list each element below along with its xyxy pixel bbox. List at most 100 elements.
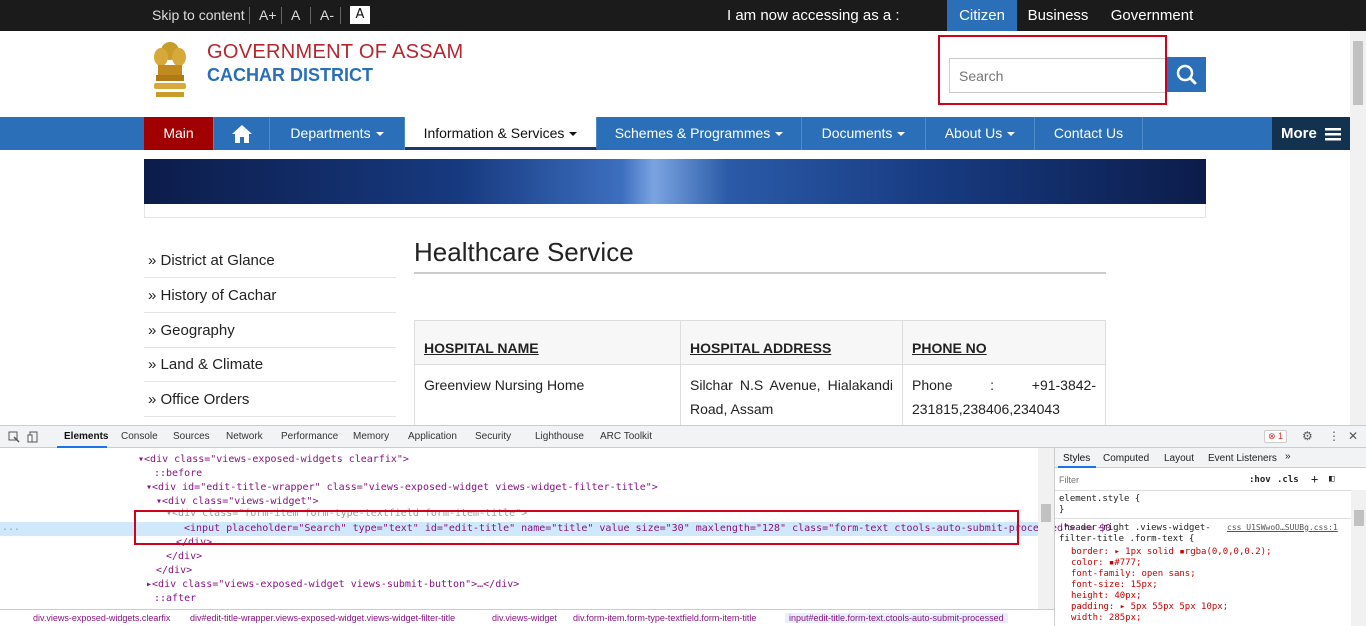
sidebar-item-land-climate[interactable]: » Land & Climate — [144, 348, 396, 382]
sidebar-item-label: History of Cachar — [160, 287, 277, 304]
device-toolbar-icon[interactable] — [27, 431, 39, 443]
dom-node-text: </div> — [156, 565, 193, 576]
site-subtitle: CACHAR DISTRICT — [207, 65, 373, 85]
tab-security[interactable]: Security — [475, 431, 511, 442]
css-property[interactable]: font-family: open sans; — [1071, 569, 1196, 579]
close-icon[interactable]: ✕ — [1348, 429, 1358, 443]
nav-about-us[interactable]: About Us — [926, 117, 1035, 150]
dom-node-text: ::after — [154, 593, 197, 604]
font-decrease-button[interactable]: A- — [320, 7, 334, 23]
scrollbar-thumb[interactable] — [1353, 41, 1363, 105]
tab-computed[interactable]: Computed — [1103, 453, 1149, 464]
tab-event-listeners[interactable]: Event Listeners — [1208, 453, 1277, 464]
font-increase-button[interactable]: A+ — [259, 7, 277, 23]
tab-memory[interactable]: Memory — [353, 431, 389, 442]
sidebar-item-label: Office Orders — [160, 391, 250, 408]
sidebar-item-office-orders[interactable]: » Office Orders — [144, 383, 396, 417]
audience-government-tab[interactable]: Government — [1104, 0, 1200, 31]
sidebar-item-geography[interactable]: » Geography — [144, 314, 396, 348]
page-scrollbar[interactable] — [1350, 31, 1366, 425]
dom-node[interactable]: </div> — [166, 551, 202, 562]
tab-performance[interactable]: Performance — [281, 431, 338, 442]
sidebar-item-history-of-cachar[interactable]: » History of Cachar — [144, 279, 396, 313]
inspect-element-icon[interactable] — [8, 431, 20, 443]
dom-node[interactable]: ▾<div class="views-exposed-widgets clear… — [138, 454, 409, 465]
dom-node[interactable]: ::after — [154, 593, 196, 604]
chevron-down-icon — [897, 132, 906, 137]
dom-node-text: ::before — [154, 468, 203, 479]
font-normal-button[interactable]: A — [291, 7, 300, 23]
styles-filter-input[interactable] — [1059, 473, 1239, 487]
dom-node[interactable]: </div> — [156, 565, 192, 576]
sidebar-item-district-at-glance[interactable]: » District at Glance — [144, 244, 396, 278]
class-toggle[interactable]: .cls — [1277, 475, 1299, 485]
tab-elements[interactable]: Elements — [64, 431, 108, 442]
chevron-down-icon — [569, 132, 578, 137]
nav-main[interactable]: Main — [144, 117, 214, 150]
more-tabs-icon[interactable]: » — [1285, 451, 1291, 462]
error-count-badge[interactable]: ⊗ 1 — [1264, 430, 1288, 443]
css-property[interactable]: border: ▸ 1px solid ▪rgba(0,0,0,0.2); — [1071, 547, 1271, 557]
dom-node[interactable]: ▾<div id="edit-title-wrapper" class="vie… — [146, 482, 658, 493]
table-header-row: HOSPITAL NAME HOSPITAL ADDRESS PHONE NO — [414, 320, 1106, 365]
tab-sources[interactable]: Sources — [173, 431, 210, 442]
audience-citizen-tab[interactable]: Citizen — [947, 0, 1017, 31]
more-options-icon[interactable]: ⋮ — [1328, 429, 1340, 443]
dom-node-text: <div class="views-exposed-widget views-s… — [152, 579, 520, 590]
search-button[interactable] — [1167, 57, 1206, 92]
column-header-hospital-name: HOSPITAL NAME — [414, 320, 681, 365]
rule-selector: .header-right .views-widget-filter-title… — [1059, 523, 1211, 544]
state-emblem-icon — [154, 42, 186, 97]
breadcrumb-item[interactable]: div.form-item.form-type-textfield.form-i… — [573, 613, 756, 623]
css-property[interactable]: width: 285px; — [1071, 613, 1141, 623]
hospital-name-cell: Greenview Nursing Home — [414, 364, 681, 430]
css-property[interactable]: padding: ▸ 5px 55px 5px 10px; — [1071, 602, 1228, 612]
nav-documents[interactable]: Documents — [802, 117, 926, 150]
nav-home[interactable] — [214, 117, 270, 150]
breadcrumb-item[interactable]: div#edit-title-wrapper.views-exposed-wid… — [190, 613, 455, 623]
add-rule-icon[interactable]: + — [1311, 472, 1318, 486]
nav-contact-us[interactable]: Contact Us — [1035, 117, 1143, 150]
breadcrumb-item[interactable]: div.views-widget — [492, 613, 557, 623]
tab-console[interactable]: Console — [121, 431, 158, 442]
hover-state-toggle[interactable]: :hov — [1249, 475, 1271, 485]
css-property[interactable]: height: 40px; — [1071, 591, 1141, 601]
settings-gear-icon[interactable]: ⚙ — [1302, 429, 1313, 443]
sidebar-item-label: District at Glance — [160, 252, 275, 269]
rule-source-link[interactable]: css_U1SWwoO…SUUBg.css:1 — [1227, 523, 1338, 532]
dom-node[interactable]: ::before — [154, 468, 202, 479]
css-property[interactable]: color: ▪#777; — [1071, 558, 1141, 568]
nav-more-label: More — [1280, 125, 1317, 142]
divider — [281, 7, 282, 24]
tab-layout[interactable]: Layout — [1164, 453, 1194, 464]
page-title: Healthcare Service — [414, 237, 634, 267]
dom-node[interactable]: ▾<div class="views-widget"> — [156, 496, 319, 507]
tab-application[interactable]: Application — [408, 431, 457, 442]
nav-schemes-programmes[interactable]: Schemes & Programmes — [597, 117, 802, 150]
nav-information-services[interactable]: Information & Services — [405, 117, 597, 150]
tab-network[interactable]: Network — [226, 431, 263, 442]
dom-node[interactable]: ▸<div class="views-exposed-widget views-… — [146, 579, 519, 590]
dom-tree-scrollbar[interactable] — [1038, 448, 1054, 609]
tab-arc-toolkit[interactable]: ARC Toolkit — [600, 431, 652, 442]
nav-more[interactable]: More — [1272, 117, 1350, 150]
skip-to-content-link[interactable]: Skip to content — [152, 7, 245, 23]
styles-scrollbar[interactable] — [1351, 490, 1366, 626]
active-tab-indicator — [1058, 466, 1096, 468]
dom-breadcrumb: div.views-exposed-widgets.clearfix div#e… — [0, 609, 1054, 626]
toggle-sidebar-icon[interactable]: ◧ — [1329, 474, 1334, 484]
site-title: GOVERNMENT OF ASSAM — [207, 41, 464, 63]
tab-lighthouse[interactable]: Lighthouse — [535, 431, 584, 442]
css-property[interactable]: font-size: 15px; — [1071, 580, 1158, 590]
tab-styles[interactable]: Styles — [1063, 453, 1090, 464]
nav-departments[interactable]: Departments — [270, 117, 405, 150]
sidebar-item-label: Geography — [160, 322, 235, 339]
audience-business-tab[interactable]: Business — [1020, 0, 1096, 31]
scrollbar-thumb[interactable] — [1041, 504, 1051, 522]
dom-node-text: <div class="views-exposed-widgets clearf… — [144, 454, 409, 465]
scrollbar-thumb[interactable] — [1354, 510, 1364, 526]
high-contrast-button[interactable]: A — [350, 6, 370, 24]
breadcrumb-item[interactable]: div.views-exposed-widgets.clearfix — [33, 613, 170, 623]
breadcrumb-item-selected[interactable]: input#edit-title.form-text.ctools-auto-s… — [785, 613, 1008, 623]
divider — [310, 7, 311, 24]
